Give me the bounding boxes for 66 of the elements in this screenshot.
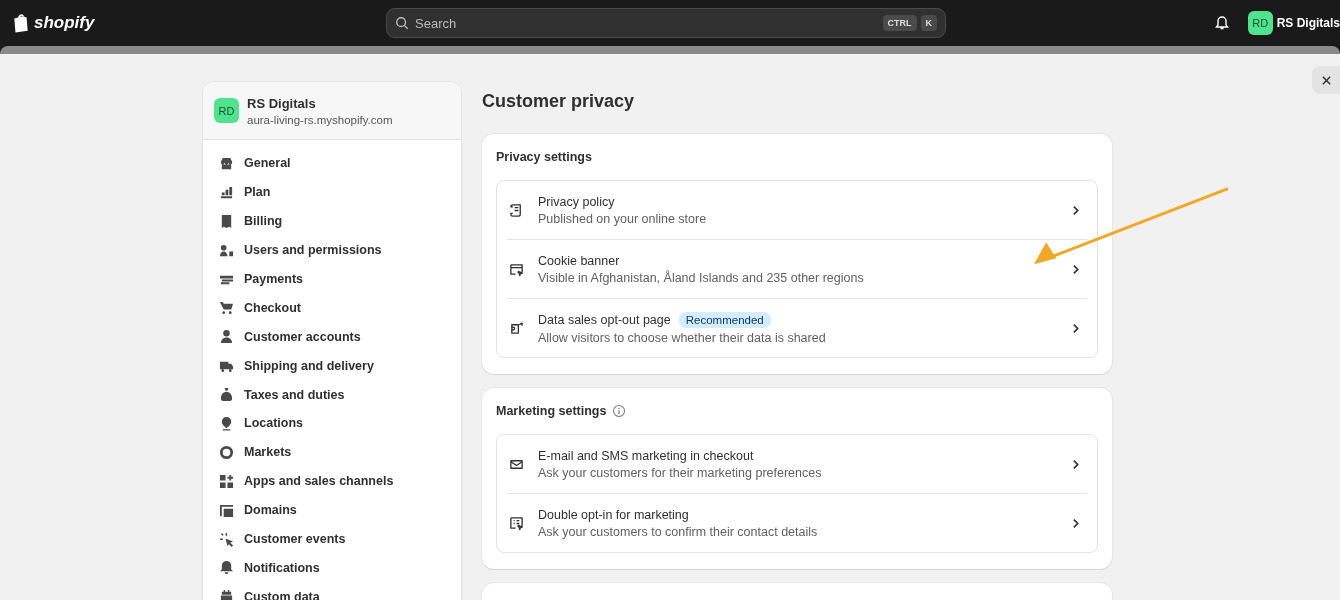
- store-icon: [219, 155, 234, 171]
- sidebar-item[interactable]: Customer events: [215, 524, 449, 554]
- section-title: Privacy settings: [496, 150, 592, 164]
- close-icon: [1320, 74, 1332, 86]
- sidebar-item[interactable]: Customer accounts: [215, 322, 449, 352]
- row-title: Cookie banner: [538, 253, 620, 268]
- settings-row[interactable]: E-mail and SMS marketing in checkout Ask your customers for their marketing preferences: [507, 435, 1087, 494]
- sidebar-item[interactable]: Notifications: [215, 553, 449, 583]
- cart-icon: [219, 300, 234, 316]
- sidebar-item[interactable]: Shipping and delivery: [215, 351, 449, 381]
- sidebar-item[interactable]: Markets: [215, 437, 449, 467]
- keyboard-key: CTRL: [882, 15, 917, 31]
- sidebar-item[interactable]: Taxes and duties: [215, 380, 449, 409]
- page-title: Customer privacy: [482, 91, 636, 112]
- store-domain: aura-living-rs.myshopify.com: [247, 113, 393, 126]
- close-button[interactable]: [1312, 66, 1340, 94]
- settings-row[interactable]: Double opt-in for marketing Ask your customers to confirm their contact details: [507, 494, 1087, 552]
- row-description: Ask your customers to confirm their contact details: [538, 524, 819, 539]
- users-icon: [219, 242, 234, 258]
- row-title: Data sales opt-out page: [538, 312, 671, 327]
- user-avatar[interactable]: RD: [1247, 11, 1273, 35]
- settings-row[interactable]: Privacy policy Published on your online store: [507, 181, 1087, 240]
- row-title: Privacy policy: [538, 194, 615, 209]
- bell-icon: [219, 560, 234, 576]
- info-icon[interactable]: [612, 404, 627, 418]
- sidebar-item[interactable]: Domains: [215, 495, 449, 525]
- scroll-icon: [509, 202, 524, 218]
- sidebar-item[interactable]: Locations: [215, 409, 449, 438]
- sidebar-item[interactable]: Payments: [215, 264, 449, 294]
- search-input[interactable]: Search: [413, 14, 879, 32]
- keyboard-key: K: [920, 15, 937, 31]
- search-bar[interactable]: Search CTRL K: [386, 8, 946, 38]
- grid-icon: [219, 473, 234, 489]
- status-tag: Recommended: [678, 311, 771, 328]
- search-icon: [395, 16, 409, 30]
- sidebar-item[interactable]: Checkout: [215, 293, 449, 323]
- row-description: Allow visitors to choose whether their data is shared: [538, 330, 827, 345]
- location-pin-icon: [219, 415, 234, 431]
- bar-chart-icon: [219, 184, 234, 200]
- section-title: Marketing settings: [496, 404, 607, 418]
- cursor-click-icon: [219, 531, 234, 547]
- settings-row[interactable]: Data sales opt-out page Recommended Allow visitors to choose whether their data is shared: [507, 299, 1087, 357]
- logo-wordmark[interactable]: shopify: [34, 13, 95, 33]
- sidebar-item[interactable]: General: [215, 149, 449, 178]
- shopping-bag-logo-icon: [12, 13, 30, 33]
- store-avatar: RD: [214, 98, 239, 123]
- user-name[interactable]: RS Digitals: [1276, 16, 1340, 30]
- row-title: Double opt-in for marketing: [538, 507, 689, 522]
- store-header[interactable]: RD RS Digitals aura-living-rs.myshopify.com: [203, 82, 461, 140]
- share-icon: [509, 320, 524, 336]
- browser-icon: [509, 261, 524, 277]
- sidebar-item[interactable]: Custom data: [215, 582, 449, 600]
- sidebar-item[interactable]: Plan: [215, 177, 449, 207]
- row-description: Ask your customers for their marketing preferences: [538, 465, 823, 480]
- row-description: Visible in Afghanistan, Åland Islands and 235 other regions: [538, 270, 865, 285]
- person-icon: [219, 329, 234, 345]
- row-description: Published on your online store: [538, 211, 708, 226]
- sidebar-item[interactable]: Users and permissions: [215, 235, 449, 265]
- notifications-bell-icon[interactable]: [1213, 15, 1230, 31]
- window-icon: [219, 502, 234, 518]
- bag-icon: [219, 387, 234, 403]
- form-icon: [509, 515, 524, 531]
- row-title: E-mail and SMS marketing in checkout: [538, 448, 754, 463]
- sidebar-item[interactable]: Apps and sales channels: [215, 466, 449, 496]
- sidebar-item[interactable]: Billing: [215, 206, 449, 236]
- store-name: RS Digitals: [247, 95, 317, 111]
